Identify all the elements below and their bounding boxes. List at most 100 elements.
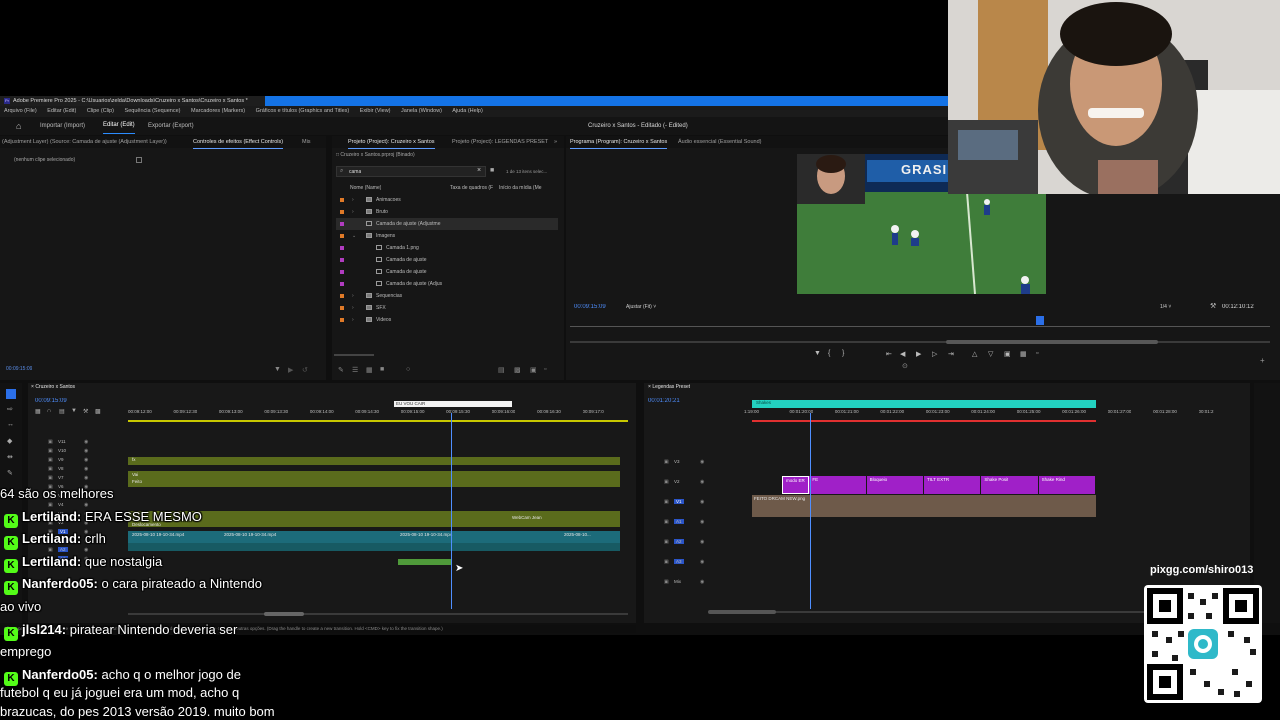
- chevron-right-icon[interactable]: ›: [352, 314, 354, 326]
- adjustment-clip-v7[interactable]: [128, 471, 620, 487]
- trash-icon[interactable]: ▫: [544, 366, 546, 373]
- filter-icon[interactable]: ▼: [274, 366, 281, 373]
- find-icon[interactable]: ▩: [514, 366, 521, 374]
- timeline-left-ruler[interactable]: 00:09:12:00 00:09:12:30 00:09:13:00 00:09:1…: [128, 409, 628, 419]
- label-color-swatch[interactable]: [340, 294, 344, 298]
- lock-icon[interactable]: ▣: [664, 579, 669, 585]
- eye-icon[interactable]: ◉: [700, 539, 704, 545]
- pencil-icon[interactable]: ✎: [338, 366, 344, 374]
- eye-icon[interactable]: ◉: [84, 475, 88, 481]
- timeline-left-timecode[interactable]: 00:09:15:09: [35, 398, 67, 404]
- eye-icon[interactable]: ◉: [700, 479, 704, 485]
- eye-icon[interactable]: ◉: [700, 579, 704, 585]
- project-item[interactable]: Camada 1.png: [336, 242, 558, 254]
- program-timecode[interactable]: 00:09:15:09: [574, 304, 606, 310]
- ripple-tool-icon[interactable]: ↔: [7, 421, 14, 428]
- work-area-bar[interactable]: [128, 420, 628, 422]
- search-input[interactable]: cama: [349, 169, 361, 175]
- lock-icon[interactable]: ▣: [48, 448, 53, 454]
- column-name[interactable]: Nome (Name): [350, 185, 381, 191]
- export-frame-icon[interactable]: ▣: [1004, 350, 1011, 358]
- v2-clip[interactable]: Shake Posit: [981, 476, 1038, 494]
- slip-tool-icon[interactable]: ⇹: [7, 453, 13, 461]
- timeline-left-playhead[interactable]: [451, 413, 452, 609]
- label-color-swatch[interactable]: [340, 210, 344, 214]
- track-header[interactable]: ▣ A3 ◉: [644, 559, 744, 578]
- tab-import[interactable]: Importar (Import): [40, 117, 85, 135]
- track-header[interactable]: ▣ V11 ◉: [28, 439, 128, 447]
- menu-file[interactable]: Arquivo (File): [4, 108, 37, 114]
- eye-icon[interactable]: ◉: [84, 457, 88, 463]
- extract-icon[interactable]: ▽: [988, 350, 993, 358]
- new-item-icon[interactable]: ▣: [530, 366, 537, 374]
- label-color-swatch[interactable]: [340, 246, 344, 250]
- timeline-right-scroll-thumb[interactable]: [708, 610, 776, 614]
- timeline-marker-icon[interactable]: ▼: [71, 408, 77, 414]
- menu-graphics[interactable]: Gráficos e títulos (Graphics and Titles): [256, 108, 350, 114]
- track-header[interactable]: ▣ V10 ◉: [28, 448, 128, 456]
- list-view-icon[interactable]: ☰: [352, 366, 358, 374]
- lock-icon[interactable]: ▣: [48, 475, 53, 481]
- step-forward-icon[interactable]: ▷: [932, 350, 937, 358]
- label-color-swatch[interactable]: [340, 234, 344, 238]
- go-to-in-icon[interactable]: ⇤: [886, 350, 892, 358]
- timeline-marker-label[interactable]: EU VOU CAIR: [394, 401, 512, 407]
- mark-out-icon[interactable]: }: [842, 350, 844, 357]
- eye-icon[interactable]: ◉: [700, 559, 704, 565]
- project-item[interactable]: Camada de ajuste: [336, 254, 558, 266]
- program-ruler[interactable]: [570, 326, 1270, 327]
- project-item[interactable]: Camada de ajuste: [336, 266, 558, 278]
- project-item[interactable]: Camada de ajuste (Adjus: [336, 278, 558, 290]
- timeline-right-timecode[interactable]: 00:01:20:21: [648, 398, 680, 404]
- project-item[interactable]: › Videos: [336, 314, 558, 326]
- add-marker-icon[interactable]: ▼: [814, 350, 821, 357]
- timeline-right-tab[interactable]: × Legendas Preset: [648, 384, 690, 390]
- label-color-swatch[interactable]: [340, 258, 344, 262]
- zoom-slider[interactable]: [334, 354, 374, 356]
- v2-clip[interactable]: Shake Rind: [1038, 476, 1095, 494]
- project-item[interactable]: Camada de ajuste (Adjustme: [336, 218, 558, 230]
- timeline-settings-icon[interactable]: ⚒: [83, 408, 88, 415]
- column-fps[interactable]: Taxa de quadros (F: [450, 185, 493, 191]
- tab-project-legendas[interactable]: Projeto (Project): LEGENDAS PRESET: [452, 136, 548, 148]
- label-color-swatch[interactable]: [340, 270, 344, 274]
- track-header[interactable]: ▣ A1 ◉: [644, 519, 744, 538]
- button-editor-icon[interactable]: +: [1260, 356, 1265, 365]
- play-only-icon[interactable]: ▶: [288, 366, 293, 374]
- track-header[interactable]: ▣ V1 ◉: [644, 499, 744, 518]
- chevron-right-icon[interactable]: ›: [352, 194, 354, 206]
- lock-icon[interactable]: ▣: [664, 479, 669, 485]
- zoom-handle-icon[interactable]: ○: [406, 366, 410, 373]
- project-item[interactable]: › Animacoes: [336, 194, 558, 206]
- lock-icon[interactable]: ▣: [48, 457, 53, 463]
- tab-export[interactable]: Exportar (Export): [148, 117, 194, 135]
- eye-icon[interactable]: ◉: [700, 519, 704, 525]
- chevron-down-icon[interactable]: ⌄: [352, 230, 356, 242]
- tab-source[interactable]: (Adjustment Layer) (Source: Camada de aj…: [2, 136, 182, 148]
- razor-tool-icon[interactable]: ◆: [7, 437, 12, 445]
- v2-clip[interactable]: modo ER: [782, 476, 810, 494]
- nest-icon[interactable]: ▦: [35, 408, 41, 415]
- label-color-swatch[interactable]: [340, 198, 344, 202]
- audio-clip-a2[interactable]: [398, 559, 452, 565]
- search-box[interactable]: ⌕ cama ×: [336, 166, 486, 177]
- v2-clip[interactable]: TILT EXTR: [924, 476, 981, 494]
- playhead-marker[interactable]: [1036, 316, 1044, 325]
- chevron-right-icon[interactable]: ›: [352, 206, 354, 218]
- mark-in-icon[interactable]: {: [828, 350, 830, 357]
- tab-project-cruzeiro[interactable]: Projeto (Project): Cruzeiro x Santos: [348, 136, 435, 149]
- adjustment-clip-v9[interactable]: [128, 457, 620, 465]
- track-header[interactable]: ▣ V2 ◉: [644, 479, 744, 498]
- vr-icon[interactable]: ▫: [1036, 350, 1038, 357]
- go-to-out-icon[interactable]: ⇥: [948, 350, 954, 358]
- track-header[interactable]: ▣ V3 ◉: [644, 459, 744, 478]
- more-tabs-icon[interactable]: »: [554, 136, 557, 148]
- snap-icon[interactable]: ∩: [47, 408, 51, 414]
- menu-markers[interactable]: Marcadores (Markers): [191, 108, 245, 114]
- captions-icon[interactable]: ▩: [95, 408, 101, 415]
- eye-icon[interactable]: ◉: [84, 439, 88, 445]
- lift-icon[interactable]: △: [972, 350, 977, 358]
- label-color-swatch[interactable]: [340, 222, 344, 226]
- trim-icon[interactable]: ⊙: [902, 362, 908, 370]
- tab-effect-controls[interactable]: Controles de efeitos (Effect Controls): [193, 136, 284, 149]
